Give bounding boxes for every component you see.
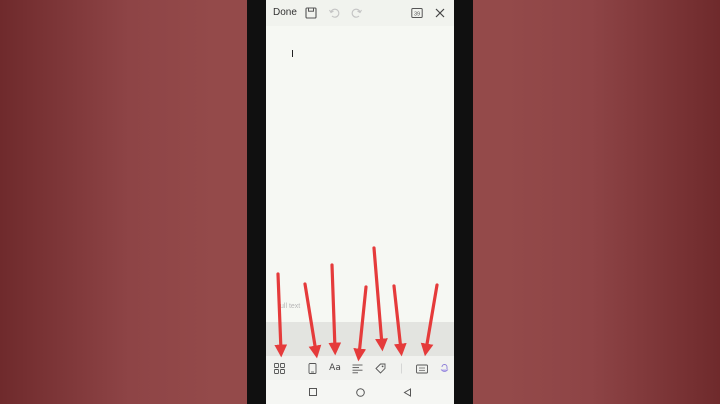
back-triangle-icon[interactable]	[401, 386, 413, 398]
font-icon[interactable]: Aa	[327, 360, 343, 376]
undo-icon[interactable]	[326, 5, 342, 21]
close-icon[interactable]	[432, 5, 448, 21]
bottom-panel	[266, 322, 454, 356]
text-cursor	[292, 50, 293, 57]
align-left-icon[interactable]	[349, 360, 365, 376]
phone-screen: Done 39 ull text Aa	[266, 0, 454, 404]
hint-text: ull text	[280, 303, 301, 310]
phone-bezel-left	[247, 0, 266, 404]
top-bar: Done 39	[266, 0, 454, 26]
tablet-icon[interactable]	[304, 360, 320, 376]
clip-icon[interactable]	[436, 360, 452, 376]
redo-icon[interactable]	[349, 5, 365, 21]
save-icon[interactable]	[303, 5, 319, 21]
grid-icon[interactable]	[271, 360, 287, 376]
phone-bezel-right	[454, 0, 473, 404]
keyboard-icon[interactable]	[414, 360, 430, 376]
font-icon-label: Aa	[329, 363, 341, 373]
format-toolbar: Aa	[266, 356, 454, 380]
divider-icon	[393, 360, 409, 376]
circle-icon[interactable]	[354, 386, 366, 398]
square-icon[interactable]	[307, 386, 319, 398]
tag-icon[interactable]	[372, 360, 388, 376]
page-count-icon[interactable]: 39	[409, 5, 425, 21]
done-button[interactable]: Done	[273, 7, 297, 18]
document-editor[interactable]	[266, 26, 454, 322]
page-count-label: 39	[414, 12, 420, 18]
system-nav-bar	[266, 380, 454, 404]
